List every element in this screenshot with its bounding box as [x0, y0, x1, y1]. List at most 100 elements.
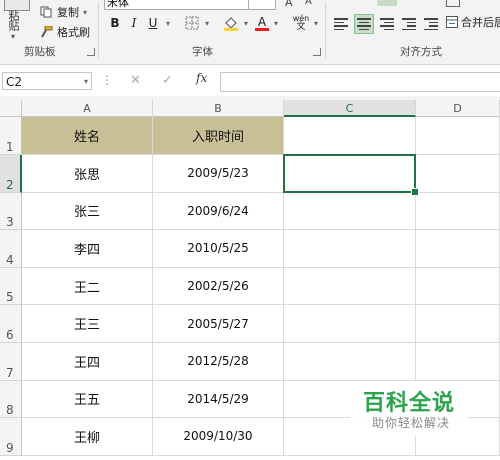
cell-d5[interactable]: [416, 267, 500, 306]
row-header[interactable]: 9: [0, 418, 22, 456]
cell-c7[interactable]: [284, 343, 416, 381]
select-all-corner[interactable]: [0, 100, 22, 117]
wrap-text-icon[interactable]: [446, 0, 460, 7]
copy-dropdown-icon[interactable]: ▾: [83, 8, 87, 17]
font-name-select[interactable]: 宋体: [104, 0, 250, 10]
cell-b5[interactable]: 2002/5/26: [153, 267, 284, 306]
font-size-select[interactable]: [248, 0, 276, 10]
cell-c4[interactable]: [284, 230, 416, 268]
border-dropdown-icon[interactable]: ▾: [203, 14, 211, 32]
row-number: 8: [6, 403, 14, 418]
row-header[interactable]: 6: [0, 305, 22, 343]
formula-input[interactable]: [220, 72, 500, 92]
cell-a1[interactable]: 姓名: [22, 117, 153, 155]
cell-c3[interactable]: [284, 192, 416, 231]
cell-d6[interactable]: [416, 305, 500, 343]
name-box[interactable]: C2 ▾: [2, 72, 92, 90]
cell-a9[interactable]: 王柳: [22, 418, 153, 456]
cell-b8[interactable]: 2014/5/29: [153, 380, 284, 419]
border-button[interactable]: [184, 14, 200, 32]
cell-b3[interactable]: 2009/6/24: [153, 192, 284, 231]
bold-button[interactable]: B: [108, 14, 122, 32]
clipboard-group-label: 剪贴板: [24, 46, 56, 58]
insert-function-button[interactable]: fx: [196, 71, 207, 85]
row-number: 4: [6, 252, 14, 267]
font-launcher-icon[interactable]: [313, 48, 321, 56]
font-color-dropdown-icon[interactable]: ▾: [272, 14, 280, 32]
copy-button[interactable]: 复制 ▾: [40, 4, 87, 20]
grow-font-icon[interactable]: A: [285, 0, 293, 9]
fill-color-dropdown-icon[interactable]: ▾: [242, 14, 250, 32]
fill-color-button[interactable]: [222, 14, 240, 32]
watermark: 百科全说 助你轻松解决: [350, 381, 468, 436]
row-header[interactable]: 2: [0, 155, 22, 193]
column-header-b[interactable]: B: [153, 100, 284, 117]
cell-a5[interactable]: 王二: [22, 267, 153, 306]
cell-c5[interactable]: [284, 267, 416, 306]
cell-d1[interactable]: [416, 117, 500, 155]
fill-handle[interactable]: [411, 188, 419, 196]
cell-a3[interactable]: 张三: [22, 192, 153, 231]
name-box-dropdown-icon[interactable]: ▾: [84, 73, 88, 91]
align-right-icon[interactable]: [376, 14, 396, 34]
formula-bar-grip-icon[interactable]: ⋮: [101, 73, 113, 87]
cancel-entry-icon[interactable]: ✕: [130, 73, 141, 88]
cell-d2[interactable]: [416, 155, 500, 193]
row-header[interactable]: 7: [0, 343, 22, 381]
column-header-c[interactable]: C: [284, 100, 416, 117]
font-name-value: 宋体: [107, 0, 129, 9]
confirm-entry-icon[interactable]: ✓: [162, 73, 173, 88]
row-header[interactable]: 5: [0, 267, 22, 306]
cell-a6[interactable]: 王三: [22, 305, 153, 343]
column-header-d[interactable]: D: [416, 100, 500, 117]
row-header[interactable]: 1: [0, 117, 22, 155]
alignment-group-label: 对齐方式: [400, 46, 442, 58]
cell-d4[interactable]: [416, 230, 500, 268]
ribbon-active-highlight: [377, 0, 397, 6]
row-header[interactable]: 3: [0, 192, 22, 231]
cell-a2[interactable]: 张思: [22, 155, 153, 193]
font-color-button[interactable]: A: [254, 14, 270, 32]
row-header[interactable]: 4: [0, 230, 22, 268]
cell-d3[interactable]: [416, 192, 500, 231]
format-painter-label: 格式刷: [57, 26, 90, 39]
cell-c1[interactable]: [284, 117, 416, 155]
decrease-indent-icon[interactable]: [398, 14, 418, 34]
cell-b2[interactable]: 2009/5/23: [153, 155, 284, 193]
clipboard-launcher-icon[interactable]: [87, 48, 95, 56]
row-number: 7: [6, 365, 14, 380]
row-number: 5: [6, 290, 14, 305]
underline-button[interactable]: U: [146, 14, 160, 32]
increase-indent-icon[interactable]: [420, 14, 440, 34]
paste-dropdown-icon[interactable]: ▾: [11, 32, 15, 41]
cell-a7[interactable]: 王四: [22, 343, 153, 381]
phonetic-icon: 文: [296, 22, 306, 32]
font-color-glyph: A: [257, 14, 267, 29]
cell-b6[interactable]: 2005/5/27: [153, 305, 284, 343]
paste-button[interactable]: 粘贴: [5, 10, 21, 30]
italic-button[interactable]: I: [127, 14, 141, 32]
cell-a4[interactable]: 李四: [22, 230, 153, 268]
cell-d7[interactable]: [416, 343, 500, 381]
underline-dropdown-icon[interactable]: ▾: [164, 14, 172, 32]
formula-bar: C2 ▾ ⋮ ✕ ✓ fx: [0, 65, 500, 95]
row-number: 1: [6, 140, 14, 154]
cell-b4[interactable]: 2010/5/25: [153, 230, 284, 268]
column-header-a[interactable]: A: [22, 100, 153, 117]
phonetic-button[interactable]: wén 文: [290, 14, 312, 32]
phonetic-dropdown-icon[interactable]: ▾: [312, 14, 320, 32]
cell-a8[interactable]: 王五: [22, 380, 153, 419]
cell-b9[interactable]: 2009/10/30: [153, 418, 284, 456]
row-header[interactable]: 8: [0, 380, 22, 419]
align-left-icon[interactable]: [332, 14, 352, 34]
watermark-subtitle: 助你轻松解决: [372, 416, 451, 430]
cell-b7[interactable]: 2012/5/28: [153, 343, 284, 381]
shrink-font-icon[interactable]: A: [305, 0, 312, 7]
watermark-title: 百科全说: [363, 391, 456, 416]
align-center-icon[interactable]: [354, 14, 374, 34]
merge-center-button[interactable]: 合并后居: [446, 14, 500, 30]
cell-c6[interactable]: [284, 305, 416, 343]
format-painter-button[interactable]: 格式刷: [40, 24, 90, 40]
cell-b1[interactable]: 入职时间: [153, 117, 284, 155]
copy-icon: [40, 6, 53, 18]
